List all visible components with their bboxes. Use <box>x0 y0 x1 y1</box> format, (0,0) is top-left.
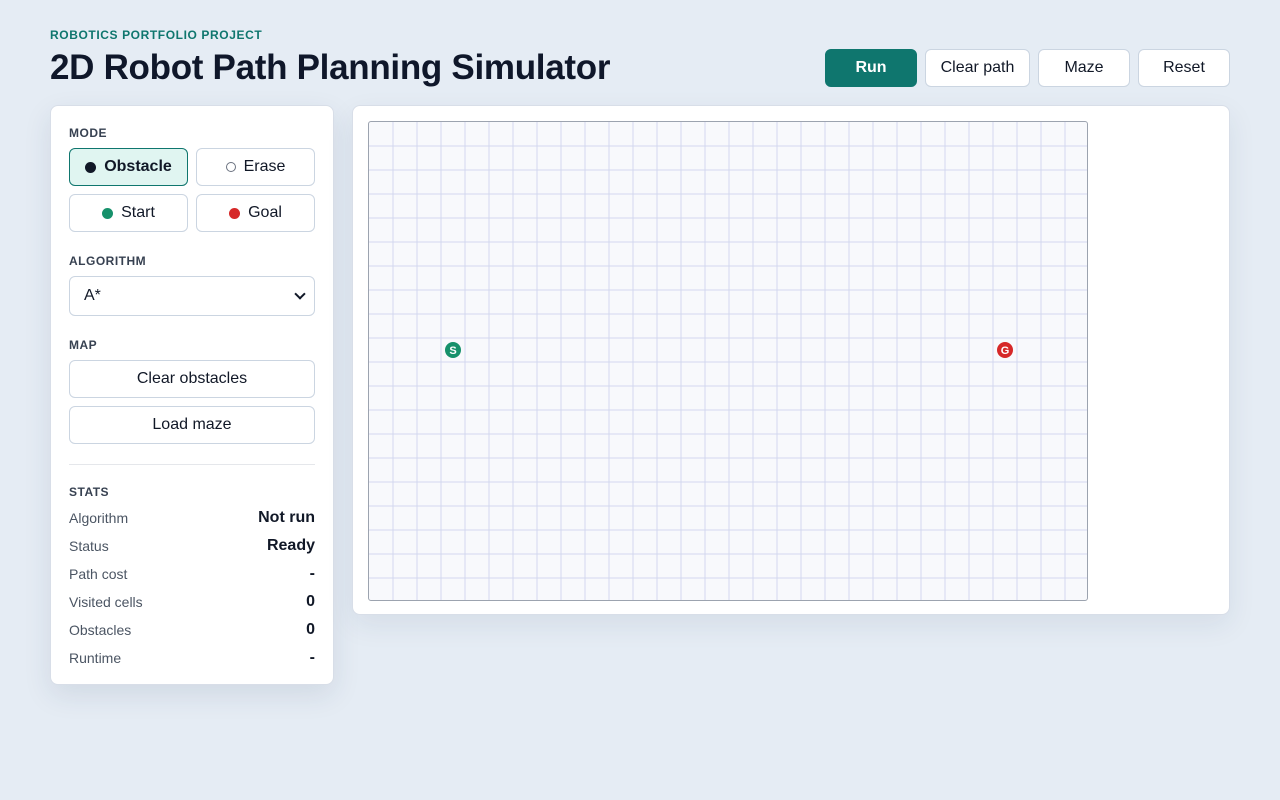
grid-canvas[interactable]: SG <box>368 121 1088 601</box>
eyebrow: ROBOTICS PORTFOLIO PROJECT <box>50 28 263 42</box>
stat-value: - <box>309 649 315 666</box>
stat-row-runtime: Runtime - <box>69 648 315 668</box>
mode-section-label: MODE <box>69 126 107 140</box>
mode-goal-button[interactable]: Goal <box>196 194 315 232</box>
red-circle-icon <box>229 207 241 219</box>
load-maze-button[interactable]: Load maze <box>69 406 315 444</box>
mode-start-button[interactable]: Start <box>69 194 188 232</box>
stat-key: Algorithm <box>69 510 129 526</box>
stat-key: Visited cells <box>69 594 143 610</box>
goal-marker[interactable]: G <box>997 342 1013 358</box>
divider <box>69 464 315 465</box>
stat-row-algorithm: Algorithm Not run <box>69 508 315 528</box>
reset-button[interactable]: Reset <box>1138 49 1230 87</box>
filled-circle-icon <box>85 161 97 173</box>
green-circle-icon <box>102 207 114 219</box>
run-button[interactable]: Run <box>825 49 917 87</box>
mode-start-label: Start <box>121 204 155 221</box>
stat-value: - <box>309 565 315 582</box>
page-title: 2D Robot Path Planning Simulator <box>50 48 611 87</box>
stat-row-status: Status Ready <box>69 536 315 556</box>
clear-path-button[interactable]: Clear path <box>925 49 1030 87</box>
stat-row-visited: Visited cells 0 <box>69 592 315 612</box>
stat-key: Obstacles <box>69 622 132 638</box>
chevron-down-icon <box>294 288 306 300</box>
maze-button[interactable]: Maze <box>1038 49 1130 87</box>
goal-marker-label: G <box>1001 345 1010 357</box>
stat-key: Runtime <box>69 650 122 666</box>
grid-panel: SG <box>352 105 1230 615</box>
mode-obstacle-label: Obstacle <box>104 158 172 175</box>
stat-key: Path cost <box>69 566 128 582</box>
grid-svg: SG <box>369 122 1087 600</box>
algorithm-select[interactable]: A* <box>69 276 315 316</box>
stat-key: Status <box>69 538 109 554</box>
algorithm-section-label: ALGORITHM <box>69 254 147 268</box>
stats-section-label: STATS <box>69 485 110 499</box>
mode-obstacle-button[interactable]: Obstacle <box>69 148 188 186</box>
stat-row-path-cost: Path cost - <box>69 564 315 584</box>
clear-obstacles-button[interactable]: Clear obstacles <box>69 360 315 398</box>
hollow-circle-icon <box>225 162 236 172</box>
mode-erase-button[interactable]: Erase <box>196 148 315 186</box>
stat-value: Not run <box>258 509 315 526</box>
mode-goal-label: Goal <box>248 204 282 221</box>
map-section-label: MAP <box>69 338 98 352</box>
control-panel: MODE Obstacle Erase Start Goal ALGORITHM… <box>50 105 334 685</box>
start-marker-label: S <box>449 345 456 357</box>
stat-value: 0 <box>306 621 315 638</box>
start-marker[interactable]: S <box>445 342 461 358</box>
top-toolbar: Run Clear path Maze Reset <box>825 49 1230 87</box>
stat-row-obstacles: Obstacles 0 <box>69 620 315 640</box>
mode-erase-label: Erase <box>243 158 286 175</box>
stat-value: 0 <box>306 593 315 610</box>
stat-value: Ready <box>266 537 315 554</box>
algorithm-selected-value: A* <box>84 287 101 304</box>
